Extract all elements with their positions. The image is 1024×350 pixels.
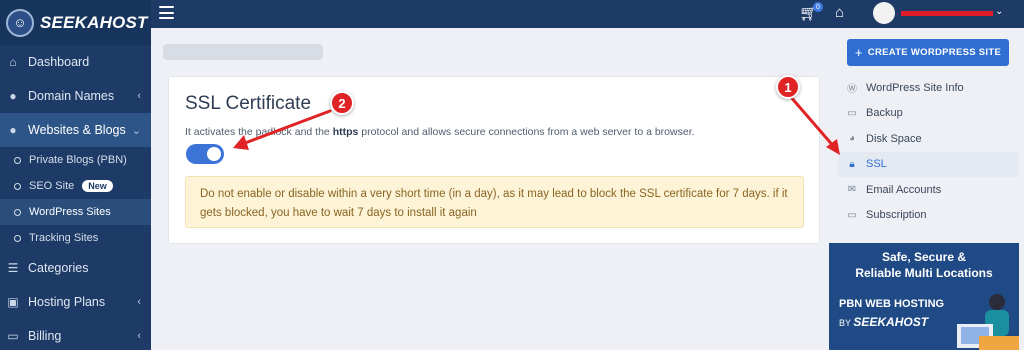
menu-item-label: WordPress Site Info <box>866 81 964 94</box>
sidebar-item-label: Dashboard <box>28 55 90 69</box>
banner-brand: SEEKAHOST <box>853 315 929 329</box>
menu-toggle-icon[interactable] <box>159 6 174 19</box>
menu-item-subscription[interactable]: ▭ Subscription <box>838 203 1019 229</box>
blurred-breadcrumb <box>163 44 323 60</box>
sidebar: ☺ SEEKAHOST ⌂ Dashboard ● Domain Names ‹… <box>0 0 151 350</box>
brand-name: SEEKAHOST <box>40 12 148 32</box>
menu-item-label: Disk Space <box>866 132 922 145</box>
new-badge: New <box>82 180 113 192</box>
ssl-warning-alert: Do not enable or disable within a very s… <box>185 176 804 228</box>
menu-item-ssl[interactable]: 🔒︎ SSL <box>838 151 1019 177</box>
sidebar-item-domain-names[interactable]: ● Domain Names ‹ <box>0 79 151 113</box>
ssl-card: SSL Certificate It activates the padlock… <box>168 76 820 244</box>
home-icon: ⌂ <box>9 55 17 69</box>
card-icon: ▭ <box>847 209 857 221</box>
backup-icon: ▭ <box>847 107 857 119</box>
sidebar-subitem-label: WordPress Sites <box>29 206 111 218</box>
mail-icon: ✉ <box>847 184 857 196</box>
circle-icon <box>14 234 21 242</box>
server-icon: ☰ <box>7 261 19 275</box>
menu-item-backup[interactable]: ▭ Backup <box>838 101 1019 127</box>
brand[interactable]: ☺ SEEKAHOST <box>0 0 151 45</box>
sidebar-item-label: Websites & Blogs <box>28 123 126 137</box>
home-icon[interactable]: ⌂ <box>835 4 844 21</box>
annotation-step-2: 2 <box>330 91 354 115</box>
ssl-description: It activates the padlock and the https p… <box>185 126 695 138</box>
box-icon: ▣ <box>7 295 19 309</box>
sidebar-item-label: Hosting Plans <box>28 295 106 309</box>
menu-item-label: SSL <box>866 158 887 171</box>
cart-count-badge: 0 <box>813 2 823 12</box>
banner-by: BY <box>839 318 851 328</box>
avatar[interactable] <box>873 2 895 24</box>
globe-icon: ● <box>9 123 17 137</box>
sidebar-item-websites-blogs[interactable]: ● Websites & Blogs ⌄ <box>0 113 151 147</box>
circle-icon <box>14 208 21 216</box>
sidebar-item-label: Categories <box>28 261 89 275</box>
sidebar-item-billing[interactable]: ▭ Billing ‹ <box>0 319 151 350</box>
annotation-step-1: 1 <box>776 75 800 99</box>
desc-text: It activates the padlock and the <box>185 126 333 138</box>
wordpress-icon: Ⓦ <box>847 84 857 96</box>
sidebar-item-hosting-plans[interactable]: ▣ Hosting Plans ‹ <box>0 285 151 319</box>
pie-icon: ◕ <box>848 133 856 145</box>
chevron-left-icon: ‹ <box>137 296 141 308</box>
desc-bold: https <box>332 126 359 138</box>
sidebar-subitem-seo-site[interactable]: SEO Site New <box>0 173 151 199</box>
circle-icon <box>14 182 21 190</box>
sidebar-subitem-private-blogs[interactable]: Private Blogs (PBN) <box>0 147 151 173</box>
banner-headline: Safe, Secure & <box>881 250 967 264</box>
banner-byline: BY SEEKAHOST <box>839 315 928 329</box>
ssl-toggle[interactable] <box>186 144 224 164</box>
sidebar-subitem-label: Private Blogs (PBN) <box>29 154 127 166</box>
chevron-left-icon: ‹ <box>137 330 141 342</box>
create-button-label: CREATE WORDPRESS SITE <box>867 47 1002 58</box>
menu-item-label: Backup <box>866 107 903 120</box>
chevron-down-icon[interactable]: ⌄ <box>995 6 1003 17</box>
toggle-knob <box>207 147 221 161</box>
card-icon: ▭ <box>7 329 19 343</box>
menu-item-label: Email Accounts <box>866 183 942 196</box>
menu-item-label: Subscription <box>866 209 927 222</box>
create-wordpress-site-button[interactable]: + CREATE WORDPRESS SITE <box>847 39 1009 66</box>
plus-icon: + <box>854 45 863 60</box>
chevron-down-icon: ⌄ <box>131 124 141 137</box>
sidebar-item-label: Billing <box>28 329 62 343</box>
person-laptop-illustration <box>957 294 1019 350</box>
sidebar-item-categories[interactable]: ☰ Categories <box>0 251 151 285</box>
menu-item-email-accounts[interactable]: ✉ Email Accounts <box>838 177 1019 203</box>
seekahost-logo-icon: ☺ <box>6 8 34 37</box>
sidebar-subitem-tracking-sites[interactable]: Tracking Sites <box>0 225 151 251</box>
banner-headline: Reliable Multi Locations <box>855 266 993 280</box>
sidebar-subitem-wordpress-sites[interactable]: WordPress Sites <box>0 199 151 225</box>
redacted-username[interactable] <box>901 11 993 16</box>
sidebar-subitem-label: Tracking Sites <box>29 232 99 244</box>
pbn-hosting-banner[interactable]: Safe, Secure & Reliable Multi Locations … <box>829 243 1019 350</box>
desc-text: protocol and allows secure connections f… <box>358 126 695 138</box>
topbar: 🛒︎ 0 ⌂ ⌄ <box>151 0 1024 28</box>
lock-icon: 🔒︎ <box>849 158 855 170</box>
sidebar-subitem-label: SEO Site <box>29 180 75 192</box>
sidebar-item-label: Domain Names <box>28 89 115 103</box>
banner-product: PBN WEB HOSTING <box>839 298 945 310</box>
chevron-left-icon: ‹ <box>137 90 141 102</box>
globe-icon: ● <box>9 89 17 103</box>
circle-icon <box>14 156 21 164</box>
site-settings-menu: Ⓦ WordPress Site Info ▭ Backup ◕ Disk Sp… <box>838 75 1019 228</box>
menu-item-disk-space[interactable]: ◕ Disk Space <box>838 126 1019 152</box>
page-title: SSL Certificate <box>185 93 312 114</box>
menu-item-wordpress-site-info[interactable]: Ⓦ WordPress Site Info <box>838 75 1019 101</box>
sidebar-item-dashboard[interactable]: ⌂ Dashboard <box>0 45 151 79</box>
